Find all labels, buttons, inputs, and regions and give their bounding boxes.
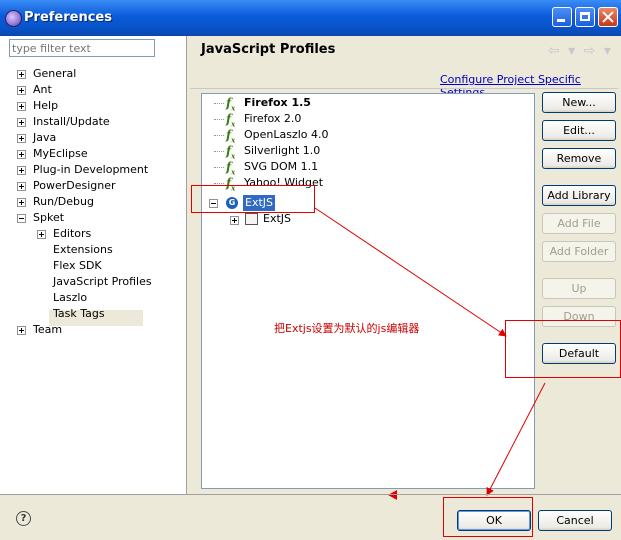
arrow-head-left xyxy=(388,490,397,500)
collapse-icon[interactable] xyxy=(17,214,26,223)
edit-button[interactable]: Edit... xyxy=(542,120,616,141)
library-icon xyxy=(245,213,258,225)
nav-item-label: Java xyxy=(33,131,57,144)
add-folder-button[interactable]: Add Folder xyxy=(542,241,616,262)
nav-item-label: JavaScript Profiles xyxy=(53,275,152,288)
close-button[interactable] xyxy=(598,7,618,27)
title-bar: Preferences xyxy=(0,0,621,36)
ok-button[interactable]: OK xyxy=(457,510,531,531)
profile-label: Firefox 2.0 xyxy=(244,112,302,125)
remove-button[interactable]: Remove xyxy=(542,148,616,169)
history-arrows-icon[interactable]: ⇦ ▾ ⇨ ▾ xyxy=(548,43,613,59)
expand-icon[interactable] xyxy=(17,102,26,111)
annotation-text: 把Extjs设置为默认的js编辑器 xyxy=(274,322,420,335)
nav-item-label: Extensions xyxy=(53,243,113,256)
nav-item-label: Editors xyxy=(53,227,92,240)
annotation-box-default xyxy=(505,320,621,378)
up-button[interactable]: Up xyxy=(542,278,616,299)
expand-icon[interactable] xyxy=(230,216,239,225)
minimize-button[interactable] xyxy=(552,7,572,27)
profile-label: OpenLaszlo 4.0 xyxy=(244,128,329,141)
nav-item-label: Plug-in Development xyxy=(33,163,149,176)
annotation-box-extjs xyxy=(191,185,315,213)
nav-item-label: Flex SDK xyxy=(53,259,102,272)
tree-connector xyxy=(214,151,224,152)
filter-input[interactable] xyxy=(9,39,155,57)
expand-icon[interactable] xyxy=(17,86,26,95)
expand-icon[interactable] xyxy=(37,230,46,239)
nav-item-label: Laszlo xyxy=(53,291,88,304)
expand-icon[interactable] xyxy=(17,326,26,335)
tree-connector xyxy=(214,119,224,120)
page-title: JavaScript Profiles xyxy=(201,42,336,57)
nav-item-label: Ant xyxy=(33,83,52,96)
nav-item-label: MyEclipse xyxy=(33,147,88,160)
profile-tree[interactable]: fx Firefox 1.5 fx Firefox 2.0 fx OpenLas… xyxy=(201,93,535,489)
tree-connector xyxy=(214,183,224,184)
nav-item-label: Team xyxy=(33,323,63,336)
expand-icon[interactable] xyxy=(17,70,26,79)
header-separator xyxy=(190,88,618,89)
expand-icon[interactable] xyxy=(17,182,26,191)
profile-label: SVG DOM 1.1 xyxy=(244,160,319,173)
nav-item-label: Install/Update xyxy=(33,115,110,128)
window-title: Preferences xyxy=(24,10,112,25)
expand-icon[interactable] xyxy=(17,118,26,127)
new-button[interactable]: New... xyxy=(542,92,616,113)
profile-label: Firefox 1.5 xyxy=(244,96,311,109)
nav-item-label: General xyxy=(33,67,77,80)
nav-item-label: Run/Debug xyxy=(33,195,94,208)
nav-item-label: PowerDesigner xyxy=(33,179,116,192)
tree-connector xyxy=(214,103,224,104)
expand-icon[interactable] xyxy=(17,166,26,175)
profile-label: Silverlight 1.0 xyxy=(244,144,321,157)
help-icon[interactable]: ? xyxy=(16,511,31,526)
expand-icon[interactable] xyxy=(17,134,26,143)
cancel-button[interactable]: Cancel xyxy=(538,510,612,531)
add-library-button[interactable]: Add Library xyxy=(542,185,616,206)
library-label: ExtJS xyxy=(263,212,291,225)
nav-item-label: Help xyxy=(33,99,59,112)
tree-connector xyxy=(214,135,224,136)
expand-icon[interactable] xyxy=(17,150,26,159)
footer-separator xyxy=(0,494,621,495)
nav-item-label: Task Tags xyxy=(53,307,105,320)
expand-icon[interactable] xyxy=(17,198,26,207)
add-file-button[interactable]: Add File xyxy=(542,213,616,234)
tree-connector xyxy=(214,167,224,168)
eclipse-app-icon xyxy=(5,10,22,27)
maximize-button[interactable] xyxy=(575,7,595,27)
panel-divider[interactable] xyxy=(186,36,187,494)
library-item[interactable]: ExtJS xyxy=(263,211,291,227)
nav-item-label: Spket xyxy=(33,211,65,224)
